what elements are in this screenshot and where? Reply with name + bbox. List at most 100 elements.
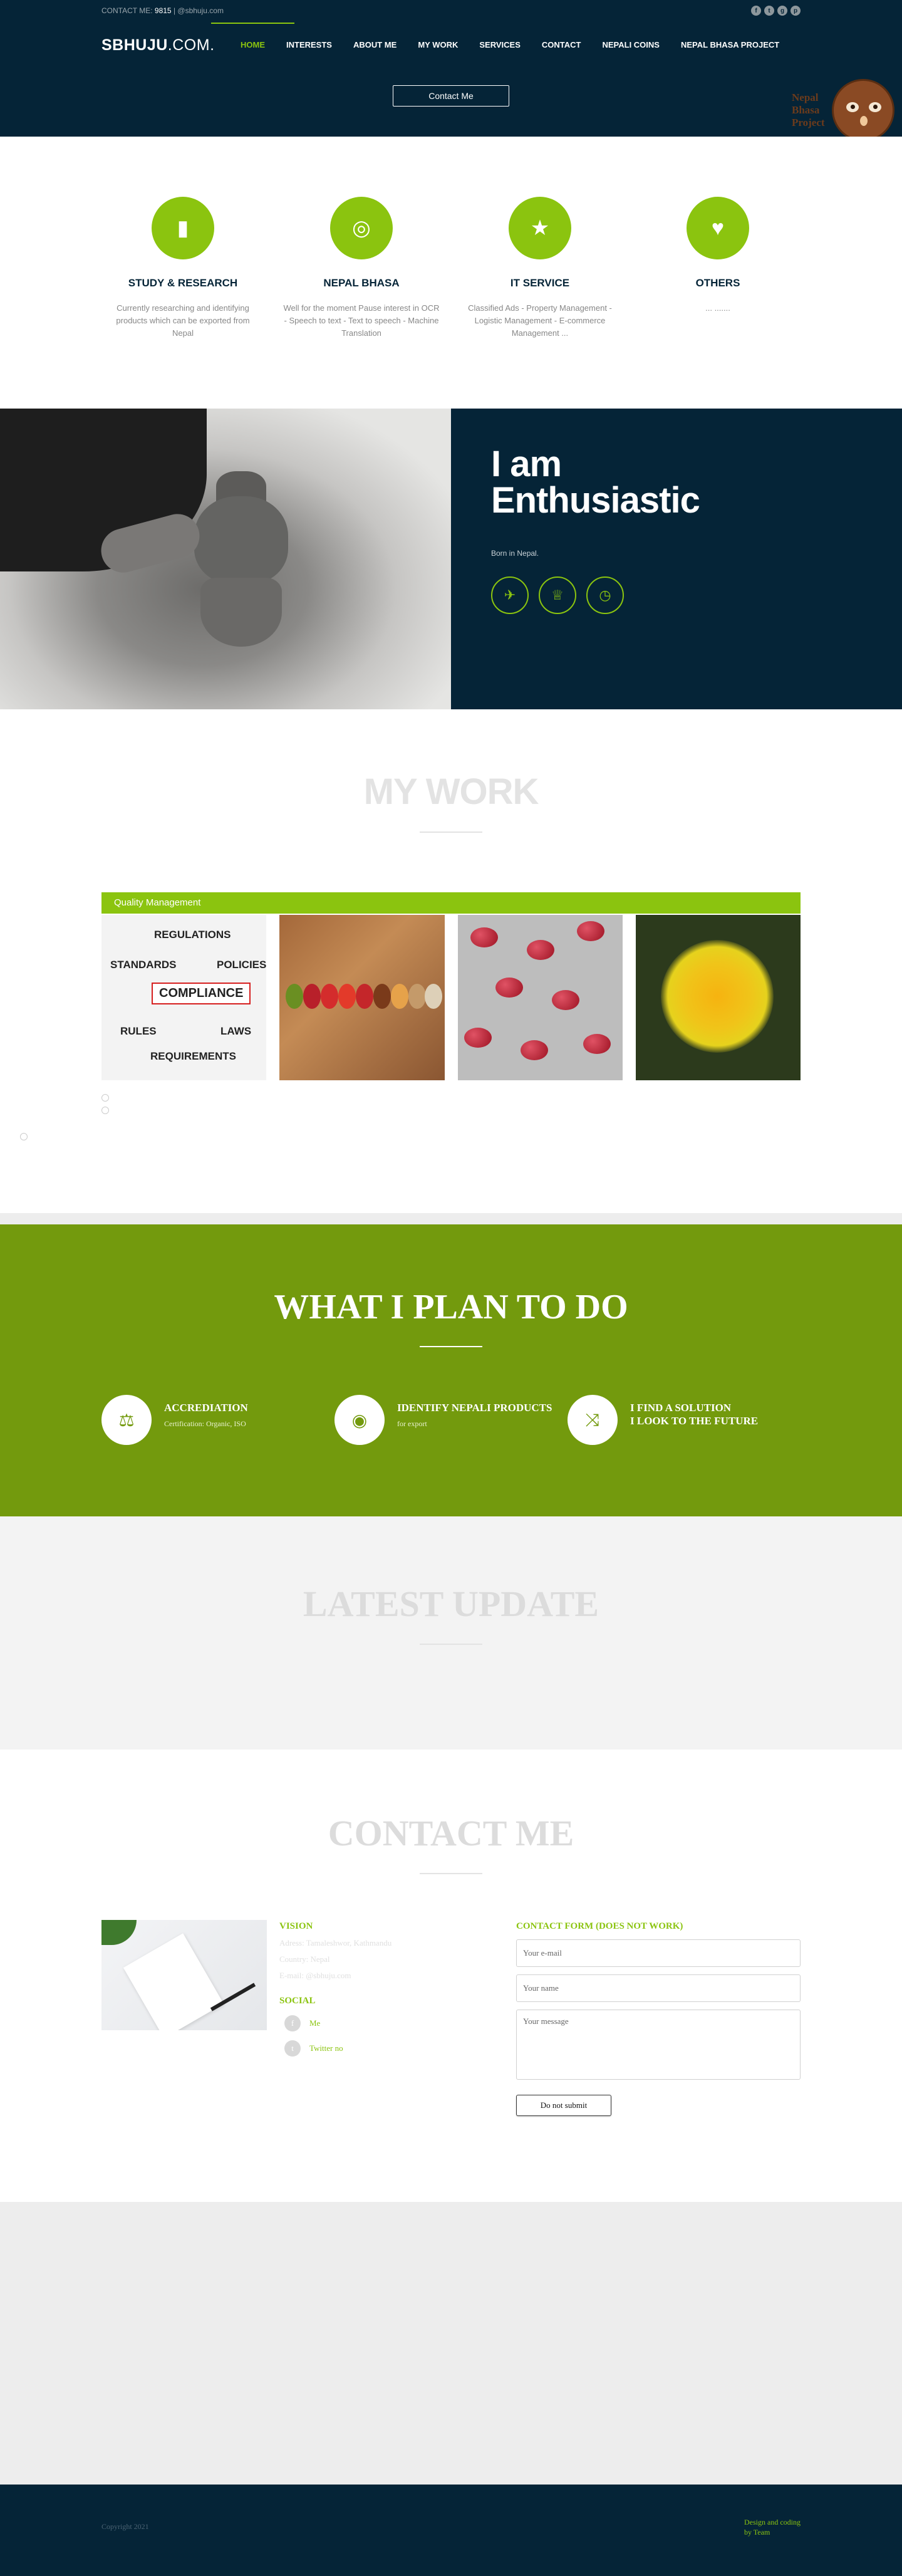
vision-block: VISION Adress: Tamaleshwor, Kathmandu Co… xyxy=(279,1921,391,2057)
site-footer: Copyright 2021 Design and coding by Team xyxy=(0,2485,902,2576)
nepal-bhasa-project-badge[interactable]: Nepal Bhasa Project xyxy=(792,79,894,142)
mask-logo-icon xyxy=(832,79,894,142)
plan-item-identify-products: ◉ IDENTIFY NEPALI PRODUCTS for export xyxy=(334,1395,568,1445)
contact-me-button[interactable]: Contact Me xyxy=(393,85,509,107)
nav-row: SBHUJU.COM. HOME INTERESTS ABOUT ME MY W… xyxy=(101,23,801,58)
book-icon: ▮ xyxy=(152,197,214,259)
facebook-icon[interactable]: f xyxy=(751,6,761,16)
social-twitter[interactable]: t Twitter no xyxy=(279,2040,391,2057)
plane-icon[interactable]: ✈ xyxy=(491,576,529,614)
email-row: E-mail: @sbhuju.com xyxy=(279,1971,351,1980)
email-field[interactable] xyxy=(516,1939,801,1967)
divider xyxy=(420,1873,482,1874)
shuffle-icon: ⤨ xyxy=(568,1395,618,1445)
service-title: OTHERS xyxy=(695,277,740,289)
service-text: Currently researching and identifying pr… xyxy=(116,303,250,338)
gallery-pagination xyxy=(101,1094,109,1119)
service-title: NEPAL BHASA xyxy=(323,277,400,289)
nav-nepali-coins[interactable]: NEPALI COINS xyxy=(591,33,670,58)
section-title: WHAT I PLAN TO DO xyxy=(274,1288,628,1327)
google-icon[interactable]: g xyxy=(777,6,787,16)
service-text: Well for the moment Pause interest in OC… xyxy=(283,303,440,338)
contact-email[interactable]: | @sbhuju.com xyxy=(174,6,224,15)
hero-section: I am Enthusiastic Born in Nepal. ✈ ♕ ◷ xyxy=(0,409,902,709)
contact-prefix: CONTACT ME: xyxy=(101,6,153,15)
site-logo[interactable]: SBHUJU.COM. xyxy=(101,36,230,55)
eye-icon: ◉ xyxy=(334,1395,385,1445)
clock-icon[interactable]: ◷ xyxy=(586,576,624,614)
service-others: ♥ OTHERS ... ....... xyxy=(633,197,802,315)
social-facebook[interactable]: f Me xyxy=(279,2015,391,2031)
plan-item-find-solution: ⤨ I FIND A SOLUTION I LOOK TO THE FUTURE xyxy=(568,1395,801,1445)
service-study-research: ▮ STUDY & RESEARCH Currently researching… xyxy=(98,197,267,340)
top-contact: CONTACT ME: 9815 | @sbhuju.com xyxy=(101,6,224,15)
name-field[interactable] xyxy=(516,1974,801,2002)
service-text: ... ....... xyxy=(705,303,730,313)
hero-icons: ✈ ♕ ◷ xyxy=(491,576,902,614)
contact-section: CONTACT ME VISION Adress: Tamaleshwor, K… xyxy=(0,1749,902,2202)
contact-form: CONTACT FORM (DOES NOT WORK) Do not subm… xyxy=(516,1921,801,2116)
contact-number: 9815 xyxy=(154,6,172,15)
scroll-dot[interactable] xyxy=(20,1133,28,1140)
compass-icon: ◎ xyxy=(330,197,393,259)
divider xyxy=(420,1346,482,1347)
star-icon: ★ xyxy=(509,197,571,259)
fruits-image[interactable] xyxy=(279,915,445,1080)
copyright: Copyright 2021 xyxy=(101,2522,149,2531)
site-header: CONTACT ME: 9815 | @sbhuju.com f t g p S… xyxy=(0,0,902,142)
design-credit: Design and coding by Team xyxy=(744,2518,801,2537)
section-title: MY WORK xyxy=(363,771,539,812)
nav-interests[interactable]: INTERESTS xyxy=(276,33,343,58)
hero-subtitle: Born in Nepal. xyxy=(491,549,539,558)
section-title: CONTACT ME xyxy=(328,1813,574,1854)
nav-contact[interactable]: CONTACT xyxy=(531,33,592,58)
top-socials: f t g p xyxy=(751,6,801,16)
latest-update-section: LATEST UPDATE xyxy=(0,1516,902,1749)
work-gallery: REGULATIONS STANDARDS POLICIES COMPLIANC… xyxy=(101,915,801,1080)
divider xyxy=(420,1644,482,1645)
gallery-dot[interactable] xyxy=(101,1107,109,1114)
nav-my-work[interactable]: MY WORK xyxy=(407,33,469,58)
red-beans-image[interactable] xyxy=(457,915,623,1080)
services-section: ▮ STUDY & RESEARCH Currently researching… xyxy=(0,137,902,409)
facebook-icon: f xyxy=(284,2015,301,2031)
heart-icon: ♥ xyxy=(687,197,749,259)
service-text: Classified Ads - Property Management - L… xyxy=(468,303,612,338)
notebook-image xyxy=(101,1920,267,2030)
pottery-image xyxy=(0,409,451,709)
service-nepal-bhasa: ◎ NEPAL BHASA Well for the moment Pause … xyxy=(277,197,446,340)
gallery-dot[interactable] xyxy=(101,1094,109,1102)
message-field[interactable] xyxy=(516,2010,801,2080)
service-it-service: ★ IT SERVICE Classified Ads - Property M… xyxy=(455,197,625,340)
trophy-icon[interactable]: ♕ xyxy=(539,576,576,614)
plan-item-accrediation: ⚖ ACCREDIATION Certification: Organic, I… xyxy=(101,1395,334,1445)
nav-home[interactable]: HOME xyxy=(211,23,294,58)
work-tab-quality-management[interactable]: Quality Management xyxy=(101,892,801,914)
divider xyxy=(420,832,482,833)
hero-title: I am Enthusiastic xyxy=(491,444,700,521)
submit-button[interactable]: Do not submit xyxy=(516,2095,611,2116)
top-bar: CONTACT ME: 9815 | @sbhuju.com f t g p xyxy=(101,5,801,16)
main-nav: HOME INTERESTS ABOUT ME MY WORK SERVICES… xyxy=(211,23,790,58)
twitter-icon[interactable]: t xyxy=(764,6,774,16)
nav-services[interactable]: SERVICES xyxy=(469,33,531,58)
badge-text: Nepal Bhasa Project xyxy=(792,91,825,128)
service-title: STUDY & RESEARCH xyxy=(128,277,238,289)
plan-list: ⚖ ACCREDIATION Certification: Organic, I… xyxy=(101,1395,801,1445)
form-title: CONTACT FORM (DOES NOT WORK) xyxy=(516,1921,683,1931)
section-title: LATEST UPDATE xyxy=(303,1583,599,1624)
scale-icon: ⚖ xyxy=(101,1395,152,1445)
hero-text-panel: I am Enthusiastic Born in Nepal. ✈ ♕ ◷ xyxy=(451,409,902,709)
social-title: SOCIAL xyxy=(279,1996,316,2006)
my-work-section: MY WORK Quality Management REGULATIONS S… xyxy=(0,709,902,1213)
compliance-image[interactable]: REGULATIONS STANDARDS POLICIES COMPLIANC… xyxy=(101,915,267,1080)
pinterest-icon[interactable]: p xyxy=(791,6,801,16)
twitter-icon: t xyxy=(284,2040,301,2057)
nav-nepal-bhasa-project[interactable]: NEPAL BHASA PROJECT xyxy=(670,33,790,58)
address-row: Adress: Tamaleshwor, Kathmandu xyxy=(279,1938,392,1948)
yellow-flower-image[interactable] xyxy=(635,915,801,1080)
nav-about-me[interactable]: ABOUT ME xyxy=(343,33,407,58)
country-row: Country: Nepal xyxy=(279,1954,330,1964)
service-title: IT SERVICE xyxy=(510,277,570,289)
plan-section: WHAT I PLAN TO DO ⚖ ACCREDIATION Certifi… xyxy=(0,1224,902,1516)
